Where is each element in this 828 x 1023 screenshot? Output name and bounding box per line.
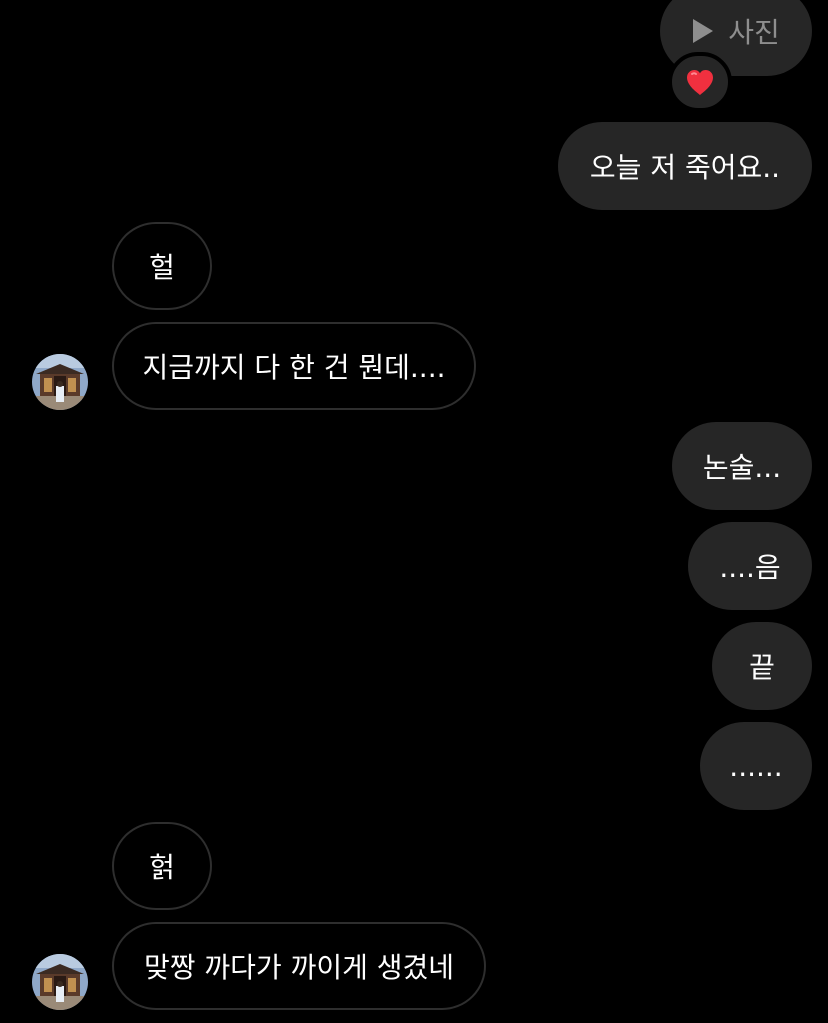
received-message-bubble[interactable]: 지금까지 다 한 건 뭔데.... [112,322,476,410]
sent-message-bubble[interactable]: 끝 [712,622,812,710]
message-text: 헐 [149,251,175,284]
sent-message-bubble[interactable]: 오늘 저 죽어요.. [558,122,812,210]
message-text: ....음 [719,551,781,584]
avatar-image [32,354,88,410]
received-message-bubble[interactable]: 맞짱 까다가 까이게 생겼네 [112,922,486,1010]
message-text: 오늘 저 죽어요.. [589,151,781,184]
heart-icon [687,70,713,95]
received-message-bubble[interactable]: 헐 [112,222,212,310]
message-text: 맞짱 까다가 까이게 생겼네 [143,951,455,984]
message-text: 논술... [702,451,782,484]
message-text: 헑 [149,851,175,884]
contact-avatar[interactable] [32,954,88,1010]
message-text: 지금까지 다 한 건 뭔데.... [142,351,446,384]
sent-message-bubble[interactable]: ...... [700,722,812,810]
contact-avatar[interactable] [32,354,88,410]
sent-message-bubble[interactable]: ....음 [688,522,812,610]
message-text: ...... [729,749,783,783]
message-text: 끝 [749,651,775,684]
photo-message-label: 사진 [728,16,780,49]
heart-reaction[interactable] [668,52,732,112]
received-message-bubble[interactable]: 헑 [112,822,212,910]
sent-message-bubble[interactable]: 논술... [672,422,812,510]
play-icon [693,19,714,43]
avatar-image [32,954,88,1010]
